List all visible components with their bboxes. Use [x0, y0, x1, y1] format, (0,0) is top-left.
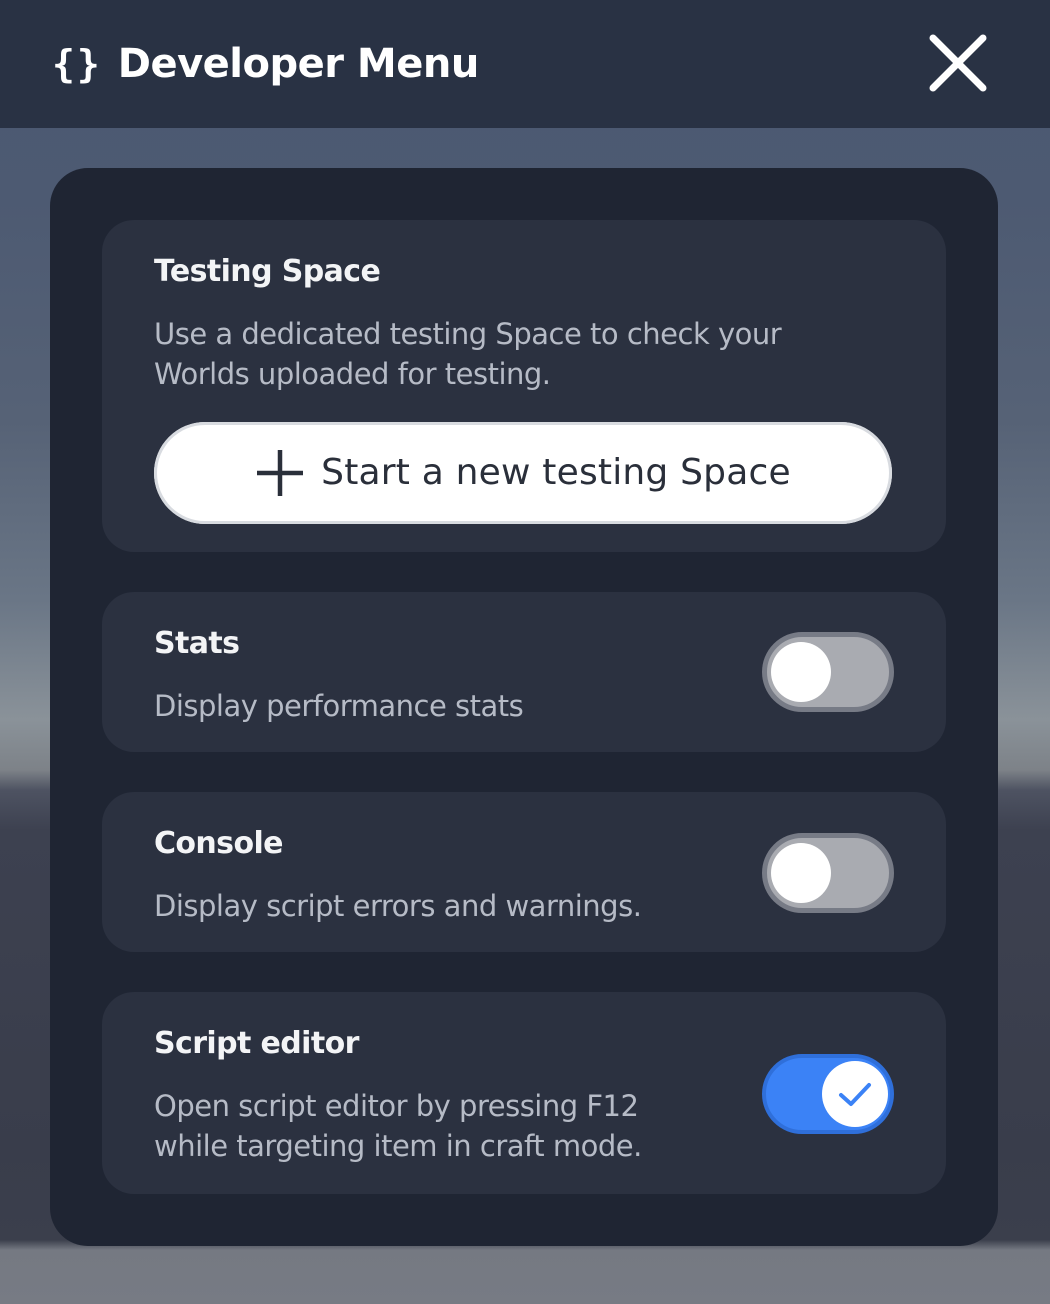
- script-editor-description-line2: while targeting item in craft mode.: [154, 1129, 642, 1163]
- console-toggle[interactable]: [762, 833, 894, 913]
- start-testing-space-button[interactable]: Start a new testing Space: [154, 422, 892, 524]
- header-bar: {} Developer Menu: [0, 0, 1050, 128]
- page-title: Developer Menu: [117, 41, 480, 87]
- start-testing-space-label: Start a new testing Space: [321, 452, 791, 493]
- toggle-knob: [771, 642, 831, 702]
- script-editor-description-line1: Open script editor by pressing F12: [154, 1089, 639, 1123]
- script-editor-card: Script editor Open script editor by pres…: [102, 992, 946, 1194]
- console-card: Console Display script errors and warnin…: [102, 792, 946, 952]
- close-button[interactable]: [922, 30, 994, 96]
- console-description: Display script errors and warnings.: [154, 889, 642, 923]
- testing-space-description-line2: Worlds uploaded for testing.: [154, 357, 551, 391]
- console-title: Console: [154, 826, 283, 861]
- toggle-knob: [771, 843, 831, 903]
- script-editor-toggle[interactable]: [762, 1054, 894, 1134]
- plus-icon: [257, 450, 304, 496]
- stats-toggle[interactable]: [762, 632, 894, 712]
- stats-description: Display performance stats: [154, 689, 524, 723]
- stats-title: Stats: [154, 626, 240, 661]
- testing-space-card: Testing Space Use a dedicated testing Sp…: [102, 220, 946, 552]
- testing-space-title: Testing Space: [154, 254, 381, 289]
- close-icon: [929, 34, 987, 92]
- script-editor-title: Script editor: [154, 1026, 359, 1061]
- check-icon: [839, 1083, 871, 1106]
- stats-card: Stats Display performance stats: [102, 592, 946, 752]
- header-title-group: {} Developer Menu: [52, 36, 479, 92]
- toggle-knob: [822, 1061, 888, 1127]
- testing-space-description-line1: Use a dedicated testing Space to check y…: [154, 317, 782, 351]
- braces-icon: {}: [52, 42, 102, 86]
